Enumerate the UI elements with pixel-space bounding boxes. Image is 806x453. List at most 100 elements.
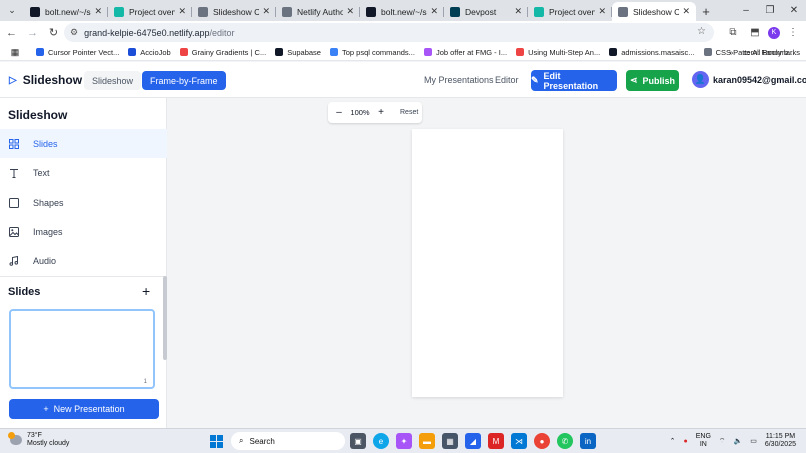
sidebar-item-images[interactable]: Images [0, 217, 167, 246]
forward-arrow-icon[interactable]: → [23, 23, 42, 42]
bookmark-star-icon[interactable]: ☆ [697, 26, 706, 37]
task-view-icon[interactable]: ▣ [350, 433, 366, 449]
wifi-icon[interactable]: ⌔ [719, 437, 726, 446]
restore-icon[interactable]: ❐ [758, 0, 782, 21]
mode-frame-by-frame-button[interactable]: Frame-by-Frame [142, 71, 226, 90]
app-logo[interactable]: ▷ Slideshow [9, 73, 82, 87]
tab-close-icon[interactable]: ✕ [346, 6, 354, 17]
edge-browser-icon[interactable]: e [373, 433, 389, 449]
app-icon[interactable]: ◢ [465, 433, 481, 449]
sidebar-title: Slideshow [8, 108, 68, 122]
sidebar-item-shapes[interactable]: Shapes [0, 188, 167, 217]
minimize-icon[interactable]: – [734, 0, 758, 21]
bookmark-favicon-icon [179, 48, 188, 56]
sidebar-item-slides[interactable]: Slides [0, 129, 167, 158]
mcafee-icon[interactable]: M [488, 433, 504, 449]
bookmark-item[interactable]: AccioJob [128, 48, 171, 57]
more-bookmarks-chevron-icon[interactable]: » [729, 48, 733, 57]
chrome-icon[interactable]: ● [534, 433, 550, 449]
browser-tab[interactable]: Project overview✕ [528, 2, 612, 21]
bolt-icon [30, 6, 40, 17]
bookmarks-bar: ▦ Cursor Pointer Vect... AccioJob Grainy G… [0, 44, 806, 61]
clock[interactable]: 11:15 PM 6/30/2025 [765, 433, 796, 449]
zoom-out-button[interactable]: – [328, 107, 350, 118]
calculator-icon[interactable]: ▦ [442, 433, 458, 449]
bookmark-item[interactable]: Top psql commands... [329, 48, 415, 57]
bookmark-favicon-icon [516, 48, 525, 56]
browser-tab[interactable]: Netlify Authoriz✕ [276, 2, 360, 21]
bookmark-item[interactable]: Cursor Pointer Vect... [36, 48, 119, 57]
close-window-icon[interactable]: ✕ [782, 0, 806, 21]
browser-tab[interactable]: bolt.new/~/sb1✕ [24, 2, 108, 21]
windows-start-icon[interactable] [210, 435, 223, 448]
volume-icon[interactable]: 🔈 [734, 437, 743, 445]
sidebar-item-text[interactable]: Text [0, 158, 167, 187]
apps-grid-icon[interactable]: ▦ [4, 47, 26, 58]
new-tab-button[interactable]: + [696, 2, 716, 21]
slide-canvas[interactable] [412, 129, 563, 397]
browser-tab[interactable]: Slideshow Creat✕ [612, 2, 696, 21]
vscode-icon[interactable]: ⋊ [511, 433, 527, 449]
whatsapp-icon[interactable]: ✆ [557, 433, 573, 449]
bookmark-item[interactable]: Grainy Gradients | C... [179, 48, 266, 57]
tab-close-icon[interactable]: ✕ [430, 6, 438, 17]
tab-close-icon[interactable]: ✕ [682, 6, 690, 17]
browser-tab-title: Slideshow Creat [633, 6, 680, 17]
new-presentation-button[interactable]: + New Presentation [9, 399, 159, 419]
reload-icon[interactable]: ↻ [44, 23, 63, 42]
sidebar-item-audio[interactable]: Audio [0, 246, 167, 275]
tab-close-icon[interactable]: ✕ [514, 6, 522, 17]
publish-button[interactable]: ⋖ Publish [626, 70, 679, 91]
taskbar-search[interactable]: ⌕ Search [231, 432, 345, 450]
more-menu-icon[interactable]: ⋮ [784, 23, 802, 42]
globe-icon [282, 6, 292, 17]
editor-link[interactable]: Editor [495, 75, 519, 85]
browser-tab[interactable]: Slideshow Creat✕ [192, 2, 276, 21]
site-info-icon[interactable]: ⚙ [70, 27, 78, 38]
weather-widget[interactable]: 73°F Mostly cloudy [8, 432, 69, 448]
extensions-icon[interactable]: ⧉ [724, 23, 742, 42]
tab-close-icon[interactable]: ✕ [598, 6, 606, 17]
zoom-level: 100% [350, 108, 370, 117]
bookmark-item[interactable]: Job offer at FMG - I... [423, 48, 507, 57]
devpost-icon [450, 6, 460, 17]
zoom-in-button[interactable]: + [370, 107, 392, 118]
chevron-up-icon[interactable]: ⌃ [670, 437, 676, 445]
battery-icon[interactable]: ▭ [750, 437, 757, 445]
profile-avatar[interactable]: K [768, 26, 780, 39]
browser-tab[interactable]: Devpost ✕ [444, 2, 528, 21]
slides-heading: Slides [8, 286, 41, 298]
bookmark-favicon-icon [423, 48, 432, 56]
tab-close-icon[interactable]: ✕ [262, 6, 270, 17]
tab-close-icon[interactable]: ✕ [94, 6, 102, 17]
bookmark-item[interactable]: Using Multi-Step An... [516, 48, 600, 57]
share-icon[interactable]: ⬒ [746, 23, 764, 42]
tab-search-icon[interactable]: ⌄ [0, 0, 24, 21]
browser-tab-title: Slideshow Creat [213, 6, 260, 17]
tab-close-icon[interactable]: ✕ [178, 6, 186, 17]
linkedin-icon[interactable]: in [580, 433, 596, 449]
language-indicator[interactable]: ENG IN [696, 433, 711, 449]
browser-tab[interactable]: bolt.new/~/sb1✕ [360, 2, 444, 21]
user-avatar-icon: 👤 [692, 71, 709, 88]
add-slide-plus-icon[interactable]: + [142, 283, 150, 299]
user-menu[interactable]: 👤 karan09542@gmail.com [692, 71, 806, 88]
bookmark-item[interactable]: Supabase [275, 48, 321, 57]
bookmark-favicon-icon [275, 48, 284, 56]
edit-presentation-button[interactable]: ✎ Edit Presentation [531, 70, 617, 91]
all-bookmarks-folder[interactable]: ▭ All Bookmarks [743, 48, 800, 57]
mode-slideshow-button[interactable]: Slideshow [84, 71, 142, 90]
sidebar-scrollbar[interactable] [163, 276, 167, 360]
browser-tab[interactable]: Project overview✕ [108, 2, 192, 21]
back-arrow-icon[interactable]: ← [2, 23, 21, 42]
tray-app-icon[interactable]: ● [684, 438, 688, 445]
my-presentations-link[interactable]: My Presentations [424, 75, 494, 85]
bookmark-favicon-icon [329, 48, 338, 56]
copilot-icon[interactable]: ✦ [396, 433, 412, 449]
zoom-reset-button[interactable]: Reset [400, 109, 418, 116]
file-explorer-icon[interactable]: ▬ [419, 433, 435, 449]
slide-thumbnail[interactable]: 1 [9, 309, 155, 389]
bookmark-item[interactable]: admissions.masaisc... [609, 48, 695, 57]
zoom-controls: – 100% + Reset [328, 102, 422, 123]
url-input[interactable]: ⚙ grand-kelpie-6475e0.netlify.app/editor… [64, 23, 714, 42]
